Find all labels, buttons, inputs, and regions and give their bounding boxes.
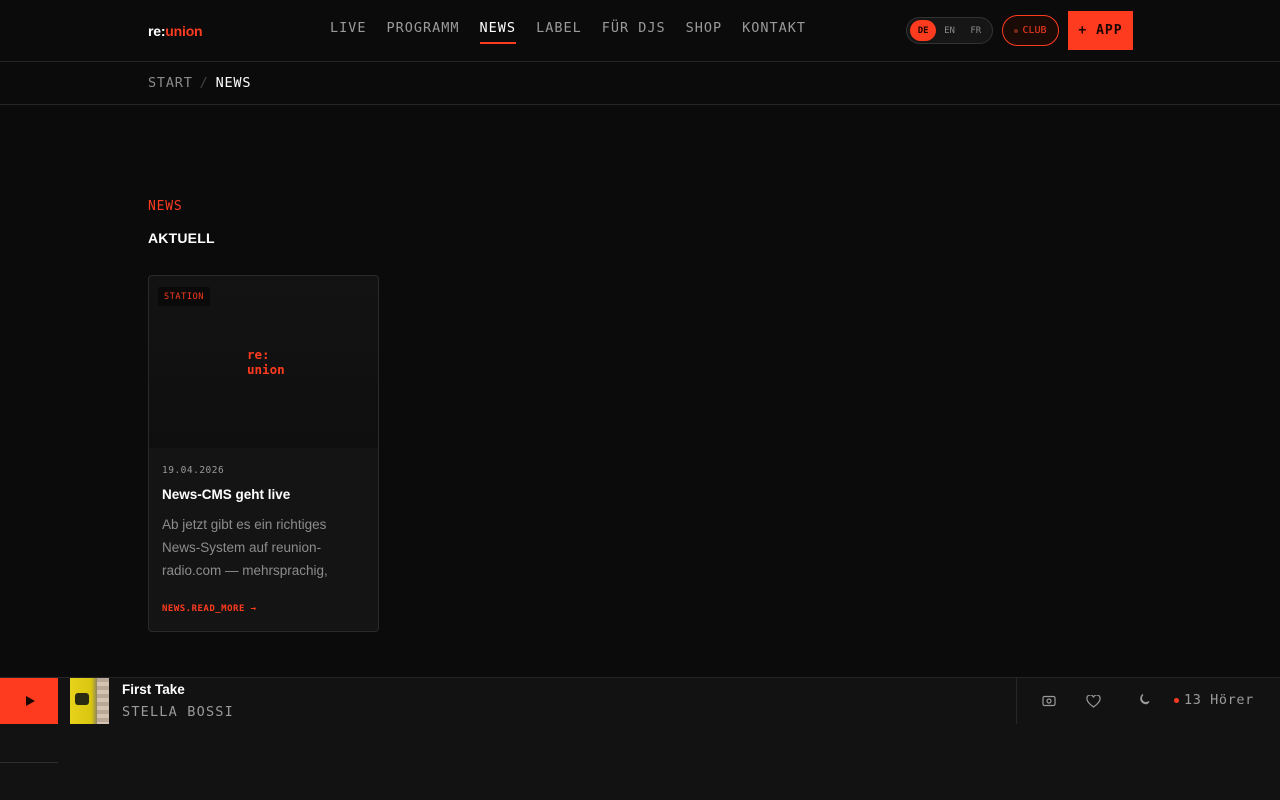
moon-icon[interactable]	[1136, 691, 1152, 707]
news-card-read-more[interactable]: NEWS.READ_MORE →	[162, 604, 367, 614]
news-card-excerpt: Ab jetzt gibt es ein richtiges News-Syst…	[162, 517, 328, 578]
news-card-logo-line2: union	[247, 362, 285, 377]
news-card-body: 19.04.2026 News-CMS geht live Ab jetzt g…	[162, 448, 367, 614]
breadcrumb: START / NEWS	[148, 75, 251, 91]
cover-artwork-mark	[75, 693, 89, 705]
site-header: re:union LIVE PROGRAMM NEWS LABEL FÜR DJ…	[0, 0, 1280, 62]
listener-count: 13 Hörer	[1174, 692, 1254, 708]
language-switch: DE EN FR	[906, 17, 993, 44]
progress-fill	[0, 762, 58, 763]
news-card-logo-line1: re:	[247, 347, 270, 362]
section-title: AKTUELL	[148, 230, 215, 246]
news-card-tag: STATION	[158, 287, 211, 306]
track-artist: STELLA BOSSI	[122, 704, 234, 720]
track-title: First Take	[122, 682, 185, 697]
cover-artwork-stripe	[97, 678, 109, 724]
news-card-logo: re: union	[247, 347, 285, 377]
site-logo[interactable]: re:union	[148, 23, 203, 39]
screen-icon[interactable]	[1041, 693, 1057, 709]
breadcrumb-separator: /	[199, 75, 209, 91]
lang-en[interactable]: EN	[936, 20, 962, 41]
track-cover	[70, 678, 109, 724]
club-dot-icon	[1014, 28, 1019, 33]
play-icon	[26, 696, 35, 706]
breadcrumb-current: NEWS	[215, 75, 252, 91]
nav-item-programm[interactable]: PROGRAMM	[387, 0, 460, 44]
nav-item-kontakt[interactable]: KONTAKT	[742, 0, 806, 44]
nav-item-fuer-djs[interactable]: FÜR DJS	[602, 0, 666, 44]
news-card-image: STATION re: union	[149, 276, 378, 448]
app-button[interactable]: + APP	[1068, 11, 1133, 50]
club-button[interactable]: CLUB	[1002, 15, 1059, 46]
lang-fr[interactable]: FR	[963, 20, 989, 41]
breadcrumb-start[interactable]: START	[148, 75, 193, 91]
news-card[interactable]: STATION re: union 19.04.2026 News-CMS ge…	[148, 275, 379, 632]
heart-icon[interactable]	[1085, 693, 1101, 709]
news-card-date: 19.04.2026	[162, 465, 225, 476]
progress-bar[interactable]	[0, 762, 1280, 763]
play-button[interactable]	[0, 678, 58, 724]
nav-item-live[interactable]: LIVE	[330, 0, 367, 44]
nav-item-news[interactable]: NEWS	[479, 0, 517, 44]
main-nav: LIVE PROGRAMM NEWS LABEL FÜR DJS SHOP KO…	[330, 0, 826, 62]
lang-de[interactable]: DE	[910, 20, 937, 41]
club-label: CLUB	[1022, 25, 1047, 36]
nav-item-shop[interactable]: SHOP	[686, 0, 723, 44]
news-card-title[interactable]: News-CMS geht live	[162, 487, 367, 502]
live-dot-icon	[1174, 697, 1179, 703]
logo-re: re:	[148, 23, 166, 39]
listener-count-text: 13 Hörer	[1184, 692, 1254, 708]
logo-union: union	[165, 23, 203, 39]
breadcrumb-bar: START / NEWS	[0, 62, 1280, 105]
section-kicker: NEWS	[148, 199, 183, 214]
player-divider	[1016, 678, 1017, 724]
nav-item-label[interactable]: LABEL	[536, 0, 582, 44]
audio-player: First Take STELLA BOSSI 13 Hörer	[0, 677, 1280, 800]
